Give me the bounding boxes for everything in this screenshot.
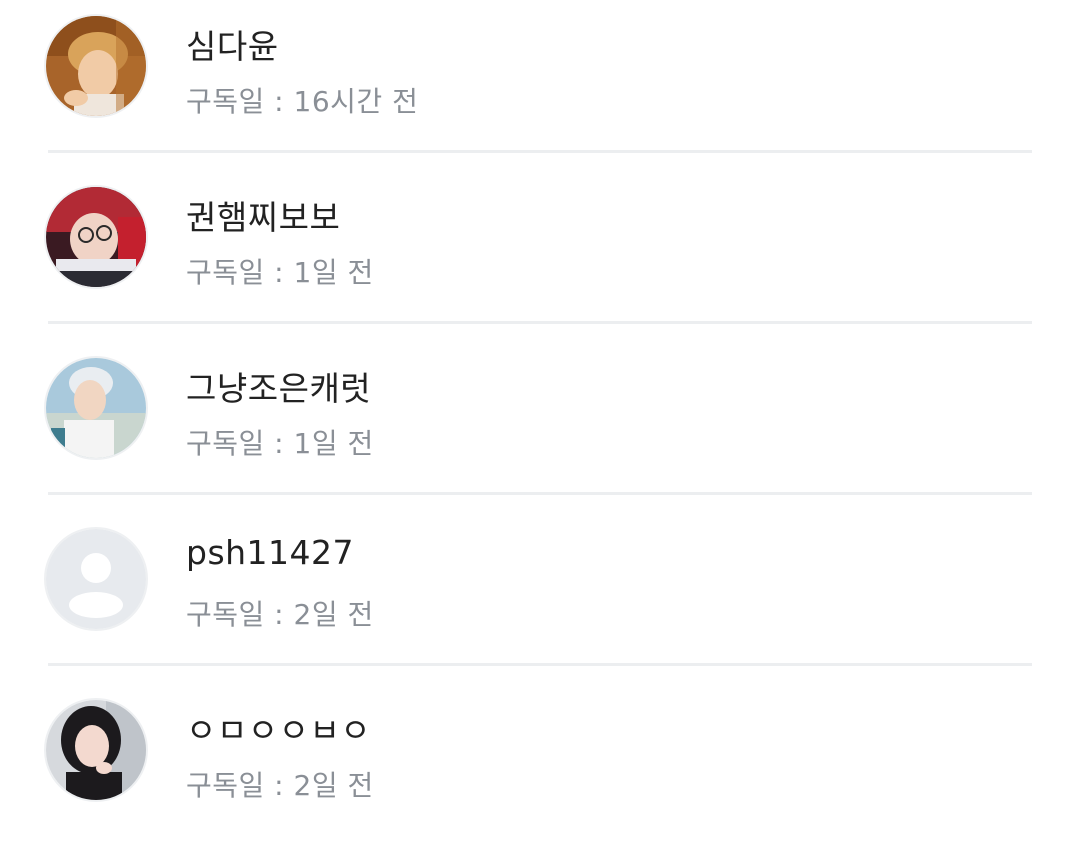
avatar[interactable] <box>44 14 148 118</box>
avatar[interactable] <box>44 698 148 802</box>
subscribed-time: 구독일 : 2일 전 <box>186 769 374 802</box>
subscribed-time: 구독일 : 1일 전 <box>186 256 374 289</box>
divider <box>48 492 1032 495</box>
subscriber-name[interactable]: 심다윤 <box>186 20 279 68</box>
avatar[interactable] <box>44 185 148 289</box>
subscribed-time: 구독일 : 1일 전 <box>186 427 374 460</box>
divider <box>48 321 1032 324</box>
subscriber-name[interactable]: ㅇㅁㅇㅇㅂㅇ <box>186 704 371 752</box>
subscriber-name[interactable]: 권햄찌보보 <box>186 191 340 239</box>
subscriber-name[interactable]: psh11427 <box>186 533 354 572</box>
list-item[interactable]: psh11427 구독일 : 2일 전 <box>0 513 1080 684</box>
user-photo-icon <box>46 700 146 800</box>
divider <box>48 150 1032 153</box>
list-item[interactable]: 심다윤 구독일 : 16시간 전 <box>0 0 1080 171</box>
list-item[interactable]: 권햄찌보보 구독일 : 1일 전 <box>0 171 1080 342</box>
user-photo-icon <box>46 187 146 287</box>
subscribed-time: 구독일 : 2일 전 <box>186 598 374 631</box>
list-item[interactable]: 그냥조은캐럿 구독일 : 1일 전 <box>0 342 1080 513</box>
subscribed-time: 구독일 : 16시간 전 <box>186 85 419 118</box>
user-photo-icon <box>46 16 146 116</box>
avatar[interactable] <box>44 527 148 631</box>
avatar[interactable] <box>44 356 148 460</box>
subscriber-name[interactable]: 그냥조은캐럿 <box>186 362 371 410</box>
default-person-icon <box>46 529 146 629</box>
list-item[interactable]: ㅇㅁㅇㅇㅂㅇ 구독일 : 2일 전 <box>0 684 1080 855</box>
user-photo-icon <box>46 358 146 458</box>
divider <box>48 663 1032 666</box>
